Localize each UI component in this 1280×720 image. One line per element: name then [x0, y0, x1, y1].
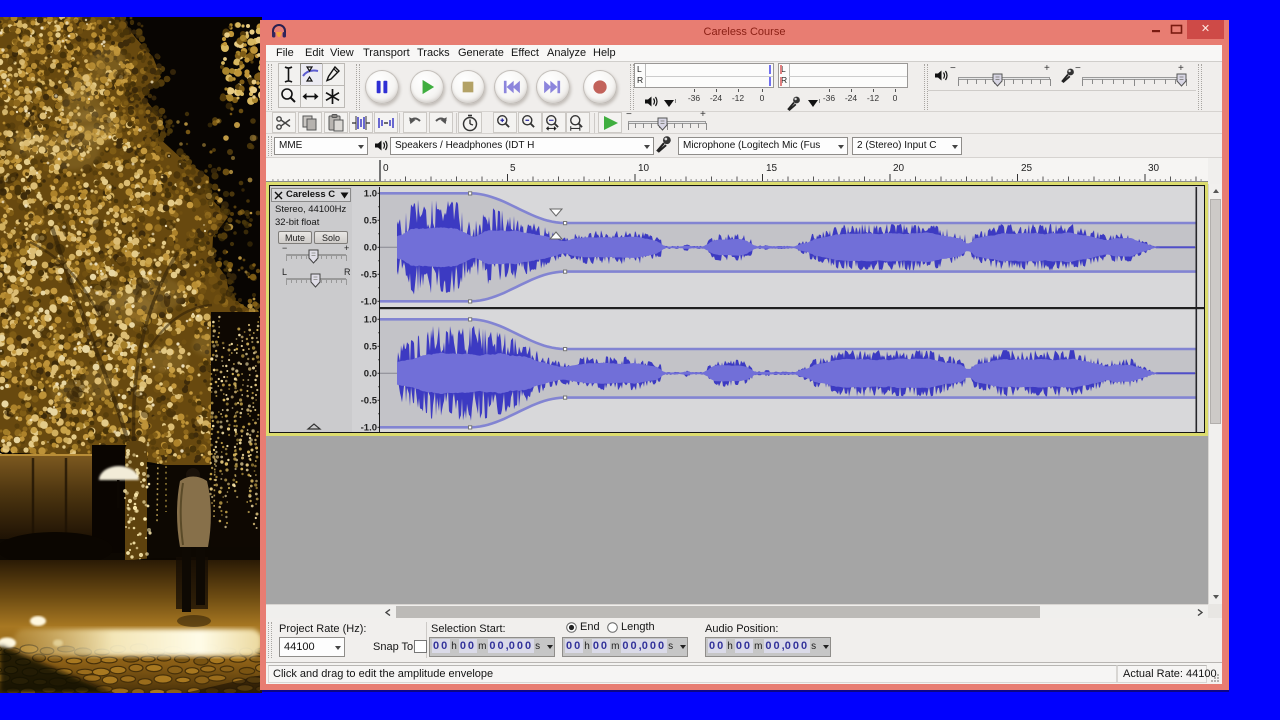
svg-text:20: 20: [893, 163, 905, 174]
svg-text:0: 0: [383, 163, 389, 174]
svg-text:0.0: 0.0: [364, 368, 377, 379]
svg-text:0.0: 0.0: [364, 242, 377, 253]
svg-text:30: 30: [1148, 163, 1160, 174]
svg-text:0.5: 0.5: [364, 215, 378, 226]
svg-text:-0.5: -0.5: [361, 269, 378, 280]
svg-text:-0.5: -0.5: [361, 395, 378, 406]
svg-text:0.5: 0.5: [364, 341, 378, 352]
svg-text:1.0: 1.0: [364, 188, 377, 199]
svg-text:15: 15: [766, 163, 778, 174]
svg-text:5: 5: [510, 163, 516, 174]
svg-text:-1.0: -1.0: [361, 296, 377, 307]
svg-text:25: 25: [1021, 163, 1033, 174]
svg-text:-1.0: -1.0: [361, 422, 377, 432]
svg-text:10: 10: [638, 163, 650, 174]
svg-text:1.0: 1.0: [364, 314, 377, 325]
